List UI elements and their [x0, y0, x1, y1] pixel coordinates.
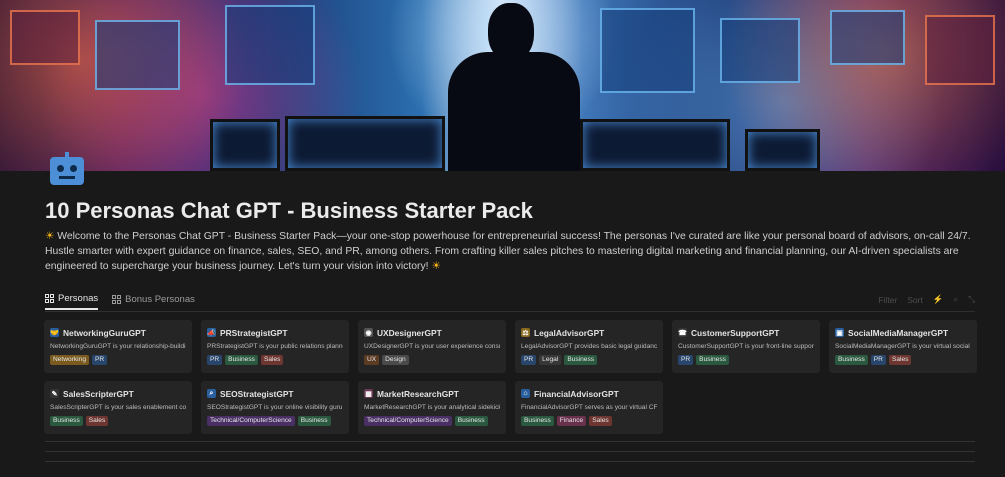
- card-title: LegalAdvisorGPT: [534, 327, 605, 338]
- tab-personas[interactable]: Personas: [45, 292, 99, 310]
- persona-card[interactable]: ⌕ SEOStrategistGPT SEOStrategistGPT is you…: [201, 381, 349, 434]
- tag: PR: [91, 355, 108, 365]
- persona-card[interactable]: ◉ UXDesignerGPT UXDesignerGPT is your user…: [358, 320, 506, 373]
- tag: Technical/ComputerScience: [207, 416, 295, 426]
- card-description: NetworkingGuruGPT is your relationship-b…: [50, 343, 186, 350]
- page-description: ☀ Welcome to the Personas Chat GPT - Bus…: [45, 231, 971, 273]
- search-icon[interactable]: ⌕: [953, 294, 958, 305]
- persona-card[interactable]: ⌂ FinancialAdvisorGPT FinancialAdvisorGPT …: [515, 381, 663, 434]
- card-title: PRStrategistGPT: [220, 327, 288, 338]
- robot-icon[interactable]: [48, 152, 86, 186]
- phone-icon: ☎: [678, 328, 687, 337]
- tag: Business: [521, 416, 554, 426]
- card-description: LegalAdvisorGPT provides basic legal gui…: [521, 343, 657, 350]
- database-toolbar: Filter Sort ⚡ ⌕ ⤡: [878, 294, 975, 305]
- card-title: SEOStrategistGPT: [220, 388, 294, 399]
- gallery-icon: [112, 294, 122, 304]
- sort-button[interactable]: Sort: [907, 295, 923, 305]
- script-icon: ✎: [50, 389, 59, 398]
- filter-button[interactable]: Filter: [878, 295, 897, 305]
- persona-card[interactable]: 🤝 NetworkingGuruGPT NetworkingGuruGPT is y…: [44, 320, 192, 373]
- card-description: SocialMediaManagerGPT is your virtual so…: [835, 343, 971, 350]
- sun-icon: ☀: [431, 261, 441, 273]
- tag: Sales: [85, 416, 109, 426]
- card-description: MarketResearchGPT is your analytical sid…: [364, 404, 500, 411]
- tag: UX: [364, 355, 380, 365]
- tag: Business: [225, 355, 258, 365]
- page-title: 10 Personas Chat GPT - Business Starter …: [45, 198, 533, 223]
- card-title: MarketResearchGPT: [377, 388, 459, 399]
- card-description: PRStrategistGPT is your public relations…: [207, 343, 343, 350]
- card-description: FinancialAdvisorGPT serves as your virtu…: [521, 404, 657, 411]
- card-title: SalesScripterGPT: [63, 388, 134, 399]
- tag: Legal: [539, 355, 562, 365]
- tag: Sales: [589, 416, 612, 426]
- megaphone-icon: 📣: [207, 328, 216, 337]
- tag-list: Business Sales: [50, 416, 186, 426]
- tag: Networking: [50, 355, 89, 365]
- palette-icon: ◉: [364, 328, 373, 337]
- tag-list: Networking PR: [50, 355, 186, 365]
- persona-card[interactable]: 📣 PRStrategistGPT PRStrategistGPT is your …: [201, 320, 349, 373]
- tag: Business: [454, 416, 488, 426]
- sun-icon: ☀: [45, 231, 55, 242]
- card-description: UXDesignerGPT is your user experience co…: [364, 343, 500, 350]
- tag: PR: [870, 355, 886, 365]
- tag: Sales: [260, 355, 284, 365]
- tag: Design: [382, 355, 409, 365]
- card-title: NetworkingGuruGPT: [63, 327, 146, 338]
- tag: Business: [696, 355, 729, 365]
- magnifier-icon: ⌕: [207, 389, 216, 398]
- card-description: SalesScripterGPT is your sales enablemen…: [50, 404, 186, 411]
- tag: Finance: [556, 416, 587, 426]
- lightning-icon[interactable]: ⚡: [933, 294, 944, 305]
- tag: PR: [678, 355, 694, 365]
- tag-list: PR Business: [678, 355, 814, 365]
- tag-list: UX Design: [364, 355, 500, 365]
- card-description: SEOStrategistGPT is your online visibili…: [207, 404, 343, 411]
- tag: PR: [521, 355, 537, 365]
- tag: PR: [207, 355, 223, 365]
- persona-card[interactable]: ☎ CustomerSupportGPT CustomerSupportGPT is…: [672, 320, 820, 373]
- persona-card[interactable]: ▦ MarketResearchGPT MarketResearchGPT is y…: [358, 381, 506, 434]
- chart-icon: ▦: [364, 389, 373, 398]
- tag: Business: [50, 416, 83, 426]
- cover-image: [0, 0, 1005, 171]
- tag-list: Business Finance Sales: [521, 416, 657, 426]
- phone-screen-icon: ▣: [835, 328, 844, 337]
- scales-icon: ⚖: [521, 328, 530, 337]
- persona-card[interactable]: ▣ SocialMediaManagerGPT SocialMediaManager…: [829, 320, 977, 373]
- tag-list: PR Legal Business: [521, 355, 657, 365]
- handshake-icon: 🤝: [50, 328, 59, 337]
- tag-list: Technical/ComputerScience Business: [207, 416, 343, 426]
- card-title: FinancialAdvisorGPT: [534, 388, 619, 399]
- gallery-icon: [45, 293, 54, 303]
- persona-card[interactable]: ⚖ LegalAdvisorGPT LegalAdvisorGPT provides…: [515, 320, 663, 373]
- expand-icon[interactable]: ⤡: [968, 294, 975, 305]
- card-description: CustomerSupportGPT is your front-line su…: [678, 343, 814, 350]
- card-title: CustomerSupportGPT: [691, 327, 780, 338]
- card-title: UXDesignerGPT: [377, 327, 442, 338]
- tab-bonus-personas[interactable]: Bonus Personas: [112, 292, 195, 310]
- tag-list: Business PR Sales: [835, 355, 971, 365]
- tag: Business: [297, 416, 331, 426]
- tag: Business: [564, 355, 598, 365]
- tag: Technical/ComputerScience: [364, 416, 452, 426]
- tag: Business: [835, 355, 868, 365]
- view-tabs: Personas Bonus Personas: [45, 292, 195, 312]
- card-title: SocialMediaManagerGPT: [848, 327, 949, 338]
- tag-list: PR Business Sales: [207, 355, 343, 365]
- persona-card[interactable]: ✎ SalesScripterGPT SalesScripterGPT is you…: [44, 381, 192, 434]
- tag-list: Technical/ComputerScience Business: [364, 416, 500, 426]
- bank-icon: ⌂: [521, 389, 530, 398]
- tag: Sales: [888, 355, 912, 365]
